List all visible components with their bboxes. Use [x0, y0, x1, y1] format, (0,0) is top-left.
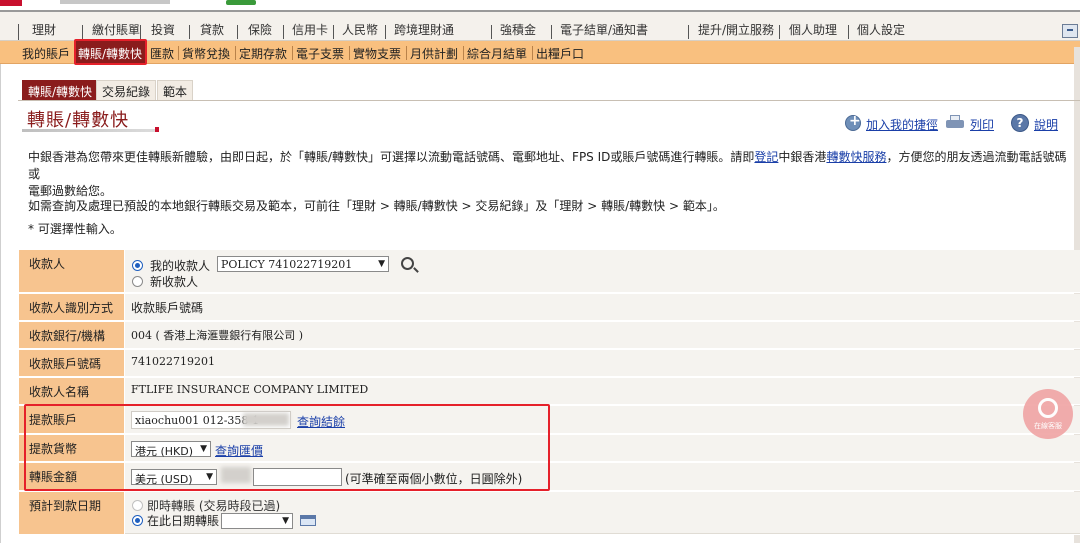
sub-nav-item[interactable]: 實物支票 [353, 45, 401, 62]
sub-nav-item-active[interactable]: 轉賬/轉數快 [78, 45, 142, 62]
chevron-down-icon: ▼ [206, 472, 213, 482]
logout-icon[interactable] [1062, 24, 1078, 38]
sub-nav-item[interactable]: 出糧戶口 [536, 45, 584, 62]
scheduled-transfer-radio[interactable] [132, 515, 143, 526]
payee-select[interactable]: POLICY 741022719201 ▼ [217, 256, 389, 272]
debit-currency-label: 提款貨幣 [19, 435, 124, 461]
sub-nav-item[interactable]: 定期存款 [239, 45, 287, 62]
payee-name-value: FTLIFE INSURANCE COMPANY LIMITED [125, 378, 1080, 404]
headset-icon [1038, 398, 1058, 418]
main-nav-item[interactable]: 人民幣 [342, 21, 378, 38]
payee-id-method-label: 收款人識別方式 [19, 294, 124, 320]
main-nav-item[interactable]: 貸款 [200, 21, 224, 38]
bank-logo [0, 0, 22, 6]
online-service-label: 在線客服 [1034, 422, 1062, 430]
debit-currency-select[interactable]: 港元 (HKD) ▼ [131, 441, 211, 458]
payee-id-method-value: 收款賬戶號碼 [125, 294, 1080, 320]
debit-currency-row: 提款貨幣 港元 (HKD) ▼ 查詢匯價 [19, 435, 1080, 462]
help-link[interactable]: 說明 [1034, 118, 1058, 132]
sub-nav: 我的賬戶 轉賬/轉數快 匯款 貨幣兌換 定期存款 電子支票 實物支票 月供計劃 … [0, 41, 1080, 64]
payee-new-radio[interactable] [132, 276, 143, 287]
main-nav-item[interactable]: 個人設定 [857, 21, 905, 38]
debit-account-label: 提款賬戶 [19, 406, 124, 433]
payee-mine-label: 我的收款人 [150, 259, 211, 273]
value-date-label: 預計到款日期 [19, 492, 124, 534]
payee-bank-label: 收款銀行/機構 [19, 322, 124, 348]
redacted-area [243, 413, 289, 426]
main-nav: 理財 繳付賬單 投資 貸款 保險 信用卡 人民幣 跨境理財通 強積金 電子結單/… [0, 10, 1080, 41]
chevron-down-icon: ▼ [200, 444, 207, 454]
records-note: 如需查詢及處理已預設的本地銀行轉賬交易及範本，可前往「理財 > 轉賬/轉數快 >… [28, 199, 725, 213]
main-nav-item[interactable]: 理財 [32, 21, 56, 38]
scheduled-transfer-label: 在此日期轉賬 [147, 514, 220, 528]
sub-nav-item[interactable]: 綜合月結單 [467, 45, 527, 62]
search-icon[interactable] [401, 257, 414, 270]
main-nav-item[interactable]: 繳付賬單 [92, 21, 140, 38]
check-rate-link[interactable]: 查詢匯價 [215, 442, 263, 459]
main-nav-item[interactable]: 電子結單/通知書 [560, 21, 648, 38]
transfer-amount-row: 轉賬金額 美元 (USD) ▼ (可準確至兩個小數位，日圓除外) [19, 463, 1080, 491]
optional-note: * 可選擇性輸入。 [28, 222, 122, 236]
payee-bank-row: 收款銀行/機構 004 ( 香港上海滙豐銀行有限公司 ) [19, 322, 1080, 349]
payee-mine-radio[interactable] [132, 260, 143, 271]
sub-nav-item[interactable]: 月供計劃 [410, 45, 458, 62]
payee-account-row: 收款賬戶號碼 741022719201 [19, 350, 1080, 377]
payee-account-value: 741022719201 [125, 350, 1080, 376]
main-nav-item[interactable]: 個人助理 [789, 21, 837, 38]
tab-templates[interactable]: 範本 [157, 80, 194, 100]
tab-transfer[interactable]: 轉賬/轉數快 [22, 80, 99, 100]
header-badge [226, 0, 256, 5]
amount-precision-note: (可準確至兩個小數位，日圓除外) [345, 472, 523, 486]
payee-name-label: 收款人名稱 [19, 378, 124, 404]
transfer-amount-label: 轉賬金額 [19, 463, 124, 490]
online-service-button[interactable]: 在線客服 [1023, 389, 1073, 439]
payee-account-label: 收款賬戶號碼 [19, 350, 124, 376]
value-date-row: 預計到款日期 即時轉賬 (交易時段已過) 在此日期轉賬 ▼ [19, 492, 1080, 535]
chevron-down-icon: ▼ [282, 516, 289, 526]
help-icon[interactable]: ? [1011, 114, 1029, 132]
debit-account-row: 提款賬戶 xiaochu001 012-358-1 查詢結餘 [19, 406, 1080, 434]
tab-transaction-records[interactable]: 交易紀錄 [96, 80, 157, 100]
add-shortcut-icon[interactable] [845, 113, 861, 131]
transfer-currency-select[interactable]: 美元 (USD) ▼ [131, 469, 217, 486]
main-nav-item[interactable]: 提升/開立服務 [698, 21, 774, 38]
payee-name-row: 收款人名稱 FTLIFE INSURANCE COMPANY LIMITED [19, 378, 1080, 405]
payee-new-label: 新收款人 [150, 275, 199, 289]
payee-id-method-row: 收款人識別方式 收款賬戶號碼 [19, 294, 1080, 321]
check-balance-link[interactable]: 查詢結餘 [297, 413, 345, 430]
payee-bank-value: 004 ( 香港上海滙豐銀行有限公司 ) [125, 322, 1080, 348]
payee-row: 收款人 我的收款人 POLICY 741022719201 ▼ 新收款人 [19, 250, 1080, 293]
transfer-date-select[interactable]: ▼ [221, 513, 293, 529]
intro-paragraph: 中銀香港為您帶來更佳轉賬新體驗，由即日起，於「轉賬/轉數快」可選擇以流動電話號碼… [28, 150, 1067, 198]
main-nav-item[interactable]: 投資 [151, 21, 175, 38]
bank-name-logo [60, 0, 170, 4]
immediate-transfer-radio [132, 500, 143, 511]
transfer-amount-input[interactable] [253, 468, 342, 486]
print-link[interactable]: 列印 [970, 118, 994, 132]
sub-nav-item[interactable]: 電子支票 [296, 45, 344, 62]
main-nav-item[interactable]: 信用卡 [292, 21, 328, 38]
fps-service-link[interactable]: 轉數快服務 [826, 150, 886, 164]
main-nav-item[interactable]: 強積金 [500, 21, 536, 38]
sub-nav-item[interactable]: 我的賬戶 [22, 45, 70, 62]
register-link[interactable]: 登記 [754, 150, 778, 164]
sub-nav-item[interactable]: 貨幣兌換 [182, 45, 230, 62]
print-icon[interactable] [946, 115, 964, 130]
add-shortcut-link[interactable]: 加入我的捷徑 [866, 118, 938, 132]
main-nav-item[interactable]: 保險 [248, 21, 272, 38]
chevron-down-icon: ▼ [378, 259, 385, 269]
header-logo-strip [0, 0, 1080, 6]
sub-nav-item[interactable]: 匯款 [150, 45, 174, 62]
main-nav-item[interactable]: 跨境理財通 [394, 21, 454, 38]
redacted-area [221, 467, 251, 483]
calendar-icon[interactable] [300, 515, 316, 526]
payee-label: 收款人 [19, 250, 124, 292]
